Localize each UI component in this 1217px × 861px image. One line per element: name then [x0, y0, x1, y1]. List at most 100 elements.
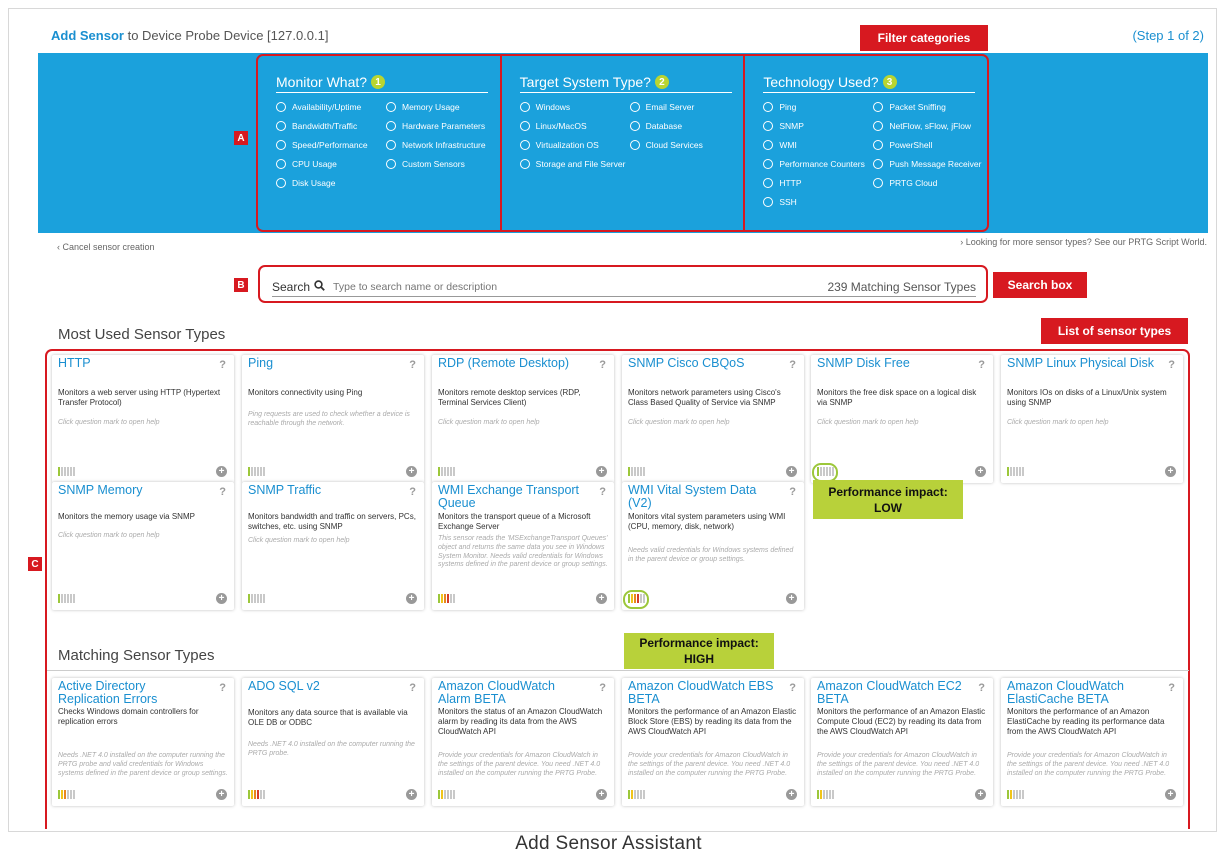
help-icon[interactable]: ?	[789, 359, 796, 371]
add-icon[interactable]: +	[596, 593, 607, 604]
radio-icon[interactable]	[276, 159, 286, 169]
sensor-card[interactable]: Amazon CloudWatch EBS BETA? Monitors the …	[622, 678, 804, 806]
sensor-card[interactable]: Amazon CloudWatch EC2 BETA? Monitors the …	[811, 678, 993, 806]
add-icon[interactable]: +	[1165, 466, 1176, 477]
filter-option[interactable]: CPU Usage	[276, 159, 386, 169]
add-icon[interactable]: +	[975, 789, 986, 800]
filter-option[interactable]: PRTG Cloud	[873, 178, 985, 188]
sensor-card[interactable]: WMI Vital System Data (V2)? Monitors vita…	[622, 482, 804, 610]
filter-option[interactable]: HTTP	[763, 178, 873, 188]
help-icon[interactable]: ?	[978, 359, 985, 371]
sensor-name[interactable]: SNMP Memory	[58, 483, 208, 497]
radio-icon[interactable]	[873, 159, 884, 169]
filter-option[interactable]: Cloud Services	[629, 140, 742, 150]
sensor-card[interactable]: ADO SQL v2? Monitors any data source that…	[242, 678, 424, 806]
sensor-name[interactable]: SNMP Disk Free	[817, 356, 967, 370]
filter-option[interactable]: Performance Counters	[763, 159, 873, 169]
sensor-name[interactable]: SNMP Cisco CBQoS	[628, 356, 778, 370]
filter-option[interactable]: Ping	[763, 102, 873, 112]
radio-icon[interactable]	[519, 140, 530, 150]
script-world-link[interactable]: › Looking for more sensor types? See our…	[960, 237, 1207, 247]
radio-icon[interactable]	[763, 102, 774, 112]
sensor-card[interactable]: Amazon CloudWatch ElastiCache BETA? Monit…	[1001, 678, 1183, 806]
filter-option[interactable]: Database	[629, 121, 742, 131]
add-icon[interactable]: +	[975, 466, 986, 477]
add-icon[interactable]: +	[406, 593, 417, 604]
radio-icon[interactable]	[629, 140, 640, 150]
help-icon[interactable]: ?	[599, 486, 606, 498]
help-icon[interactable]: ?	[219, 682, 226, 694]
filter-option[interactable]: Push Message Receiver	[873, 159, 985, 169]
radio-icon[interactable]	[763, 159, 774, 169]
help-icon[interactable]: ?	[789, 486, 796, 498]
radio-icon[interactable]	[873, 178, 884, 188]
radio-icon[interactable]	[629, 102, 640, 112]
radio-icon[interactable]	[519, 102, 530, 112]
filter-option[interactable]: Windows	[519, 102, 630, 112]
radio-icon[interactable]	[519, 121, 530, 131]
sensor-card[interactable]: Active Directory Replication Errors? Chec…	[52, 678, 234, 806]
radio-icon[interactable]	[386, 159, 396, 169]
radio-icon[interactable]	[763, 121, 774, 131]
radio-icon[interactable]	[276, 140, 286, 150]
add-icon[interactable]: +	[216, 593, 227, 604]
sensor-card[interactable]: Ping? Monitors connectivity using Ping Pin…	[242, 355, 424, 483]
filter-option[interactable]: Disk Usage	[276, 178, 386, 188]
radio-icon[interactable]	[276, 121, 286, 131]
help-icon[interactable]: ?	[409, 359, 416, 371]
filter-option[interactable]: Virtualization OS	[519, 140, 630, 150]
sensor-name[interactable]: Amazon CloudWatch Alarm BETA	[438, 679, 588, 706]
add-icon[interactable]: +	[596, 789, 607, 800]
filter-option[interactable]: Packet Sniffing	[873, 102, 985, 112]
radio-icon[interactable]	[386, 140, 396, 150]
add-icon[interactable]: +	[406, 789, 417, 800]
filter-option[interactable]: WMI	[763, 140, 873, 150]
filter-option[interactable]: Custom Sensors	[386, 159, 498, 169]
filter-option[interactable]: Speed/Performance	[276, 140, 386, 150]
sensor-name[interactable]: Amazon CloudWatch ElastiCache BETA	[1007, 679, 1157, 706]
add-icon[interactable]: +	[1165, 789, 1176, 800]
help-icon[interactable]: ?	[409, 486, 416, 498]
radio-icon[interactable]	[276, 178, 286, 188]
sensor-name[interactable]: SNMP Linux Physical Disk	[1007, 356, 1157, 370]
add-icon[interactable]: +	[406, 466, 417, 477]
sensor-card[interactable]: SNMP Linux Physical Disk? Monitors IOs on…	[1001, 355, 1183, 483]
cancel-sensor-creation-link[interactable]: ‹ Cancel sensor creation	[57, 242, 155, 252]
sensor-name[interactable]: Amazon CloudWatch EC2 BETA	[817, 679, 967, 706]
sensor-name[interactable]: WMI Vital System Data (V2)	[628, 483, 778, 510]
sensor-card[interactable]: SNMP Memory? Monitors the memory usage vi…	[52, 482, 234, 610]
radio-icon[interactable]	[276, 102, 286, 112]
sensor-card[interactable]: RDP (Remote Desktop)? Monitors remote des…	[432, 355, 614, 483]
radio-icon[interactable]	[763, 140, 774, 150]
sensor-name[interactable]: Amazon CloudWatch EBS BETA	[628, 679, 778, 706]
radio-icon[interactable]	[519, 159, 530, 169]
radio-icon[interactable]	[763, 178, 774, 188]
add-icon[interactable]: +	[786, 593, 797, 604]
sensor-card[interactable]: HTTP? Monitors a web server using HTTP (H…	[52, 355, 234, 483]
filter-option[interactable]: Memory Usage	[386, 102, 498, 112]
filter-option[interactable]: Linux/MacOS	[519, 121, 630, 131]
sensor-card[interactable]: SNMP Traffic? Monitors bandwidth and traf…	[242, 482, 424, 610]
sensor-card[interactable]: Amazon CloudWatch Alarm BETA? Monitors th…	[432, 678, 614, 806]
filter-option[interactable]: Hardware Parameters	[386, 121, 498, 131]
radio-icon[interactable]	[763, 197, 774, 207]
sensor-card[interactable]: SNMP Disk Free? Monitors the free disk sp…	[811, 355, 993, 483]
help-icon[interactable]: ?	[599, 359, 606, 371]
sensor-card[interactable]: WMI Exchange Transport Queue? Monitors th…	[432, 482, 614, 610]
sensor-name[interactable]: ADO SQL v2	[248, 679, 398, 693]
help-icon[interactable]: ?	[219, 486, 226, 498]
add-icon[interactable]: +	[596, 466, 607, 477]
filter-option[interactable]: PowerShell	[873, 140, 985, 150]
filter-option[interactable]: NetFlow, sFlow, jFlow	[873, 121, 985, 131]
radio-icon[interactable]	[873, 102, 884, 112]
add-icon[interactable]: +	[786, 466, 797, 477]
help-icon[interactable]: ?	[219, 359, 226, 371]
filter-option[interactable]: Email Server	[629, 102, 742, 112]
filter-option[interactable]: SNMP	[763, 121, 873, 131]
help-icon[interactable]: ?	[409, 682, 416, 694]
add-icon[interactable]: +	[216, 466, 227, 477]
help-icon[interactable]: ?	[978, 682, 985, 694]
radio-icon[interactable]	[386, 121, 396, 131]
radio-icon[interactable]	[873, 121, 884, 131]
add-icon[interactable]: +	[216, 789, 227, 800]
